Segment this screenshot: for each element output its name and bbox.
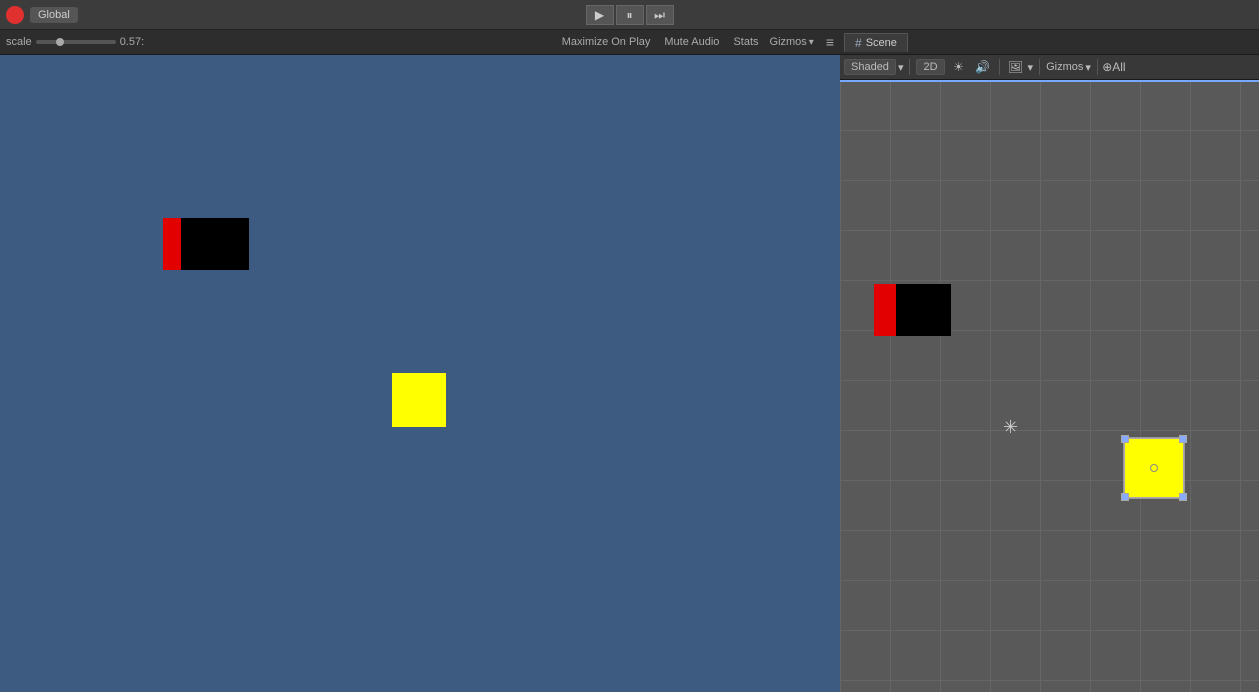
- scene-tab-icon: #: [855, 36, 862, 50]
- play-controls: ▶ ⏸ ⏭: [586, 5, 674, 25]
- scene-options-separator-2: [999, 59, 1000, 75]
- shaded-dropdown-arrow: ▾: [898, 61, 904, 74]
- scene-tab-label: Scene: [866, 37, 897, 49]
- gizmos-dropdown[interactable]: Gizmos ▾: [770, 36, 814, 48]
- scene-options-bar: Shaded ▾ 2D ☀ 🔊 🖼 ▾ Gizmos ▾ ⊕All: [840, 55, 1259, 80]
- image-dropdown-arrow: ▾: [1028, 61, 1034, 74]
- gizmos-scene-dropdown[interactable]: Gizmos ▾: [1046, 61, 1091, 74]
- scene-viewport[interactable]: ✳: [840, 80, 1259, 692]
- shaded-button[interactable]: Shaded: [844, 59, 896, 75]
- next-frame-button[interactable]: ⏭: [646, 5, 674, 25]
- game-yellow-object: [392, 373, 446, 427]
- speaker-icon[interactable]: 🔊: [973, 57, 993, 77]
- scene-player-black: [896, 284, 951, 336]
- scene-options-separator-1: [909, 59, 910, 75]
- scene-grid: [840, 80, 1259, 692]
- game-viewport: [0, 55, 840, 692]
- selection-handle-bl[interactable]: [1121, 493, 1129, 501]
- main-area: scale 0.57: Maximize On Play Mute Audio …: [0, 30, 1259, 692]
- selection-handle-tl[interactable]: [1121, 435, 1129, 443]
- gizmos-label: Gizmos: [770, 36, 807, 48]
- selection-handle-tr[interactable]: [1179, 435, 1187, 443]
- selection-handle-br[interactable]: [1179, 493, 1187, 501]
- scene-player-object[interactable]: [874, 284, 951, 336]
- scale-label: scale: [6, 36, 32, 48]
- game-toolbar: scale 0.57: Maximize On Play Mute Audio …: [0, 30, 840, 55]
- sun-icon[interactable]: ☀: [949, 57, 969, 77]
- top-toolbar: Global ▶ ⏸ ⏭: [0, 0, 1259, 30]
- scale-slider-thumb: [56, 38, 64, 46]
- image-icon[interactable]: 🖼: [1006, 57, 1026, 77]
- scene-tab-bar: # Scene: [840, 30, 1259, 55]
- game-panel-menu-icon[interactable]: ≡: [826, 34, 834, 50]
- unity-logo: [6, 6, 24, 24]
- game-player-object: [163, 218, 249, 270]
- gizmos-scene-label: Gizmos: [1046, 61, 1083, 73]
- stats-toggle[interactable]: Stats: [730, 35, 761, 49]
- scene-move-cursor: ✳: [1003, 418, 1018, 436]
- scale-value: 0.57:: [120, 36, 144, 48]
- scene-tab[interactable]: # Scene: [844, 33, 908, 52]
- scene-panel: # Scene Shaded ▾ 2D ☀ 🔊 🖼 ▾ Gizmos ▾: [840, 30, 1259, 692]
- game-toolbar-left: scale 0.57:: [6, 36, 551, 48]
- player-black-part: [181, 218, 249, 270]
- scale-slider[interactable]: [36, 40, 116, 44]
- image-dropdown[interactable]: 🖼 ▾: [1006, 57, 1034, 77]
- shaded-dropdown[interactable]: Shaded ▾: [844, 59, 903, 75]
- game-panel: scale 0.57: Maximize On Play Mute Audio …: [0, 30, 840, 692]
- global-button[interactable]: Global: [30, 7, 78, 23]
- player-red-part: [163, 218, 181, 270]
- pause-button[interactable]: ⏸: [616, 5, 644, 25]
- mute-audio-toggle[interactable]: Mute Audio: [661, 35, 722, 49]
- scene-options-separator-4: [1097, 59, 1098, 75]
- scene-top-line: [840, 80, 1259, 82]
- gizmos-arrow-icon: ▾: [809, 37, 814, 48]
- selection-center-dot: [1150, 464, 1158, 472]
- play-button[interactable]: ▶: [586, 5, 614, 25]
- scene-options-separator-3: [1039, 59, 1040, 75]
- gizmos-scene-arrow: ▾: [1085, 61, 1091, 74]
- 2d-button[interactable]: 2D: [916, 59, 944, 75]
- game-toolbar-right: Maximize On Play Mute Audio Stats Gizmos…: [559, 34, 834, 50]
- scene-player-red: [874, 284, 896, 336]
- scene-yellow-object[interactable]: [1124, 438, 1184, 498]
- maximize-on-play-toggle[interactable]: Maximize On Play: [559, 35, 654, 49]
- all-layers-button[interactable]: ⊕All: [1104, 57, 1124, 77]
